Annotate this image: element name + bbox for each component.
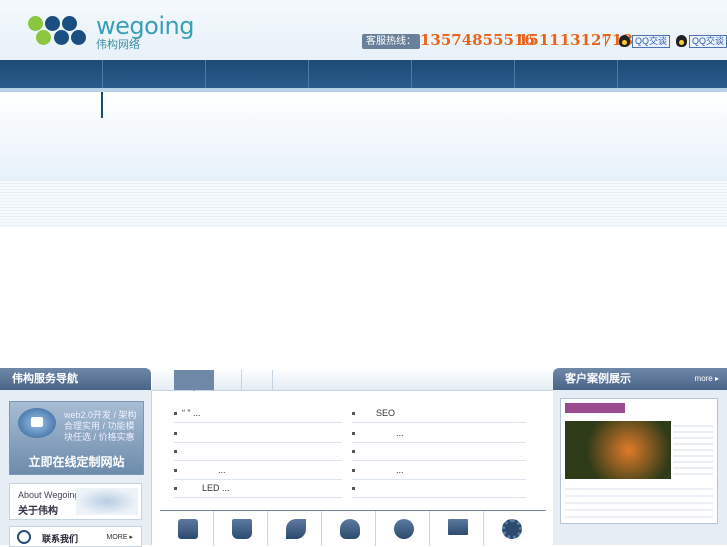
world-map-icon	[76, 488, 138, 515]
custom-site-banner[interactable]: web2.0开发 / 架构合理实用 / 功能模块任选 / 价格实惠 立即在线定制…	[9, 401, 144, 475]
service-photo[interactable]	[160, 511, 214, 546]
news-tab[interactable]	[242, 370, 273, 390]
logo-dot-icon	[62, 16, 77, 31]
qq-chat-button[interactable]: QQ交谈	[676, 34, 727, 48]
nav-item[interactable]	[309, 60, 412, 88]
contact-more-link[interactable]: MORE ▸	[107, 533, 133, 541]
service-satellite[interactable]	[268, 511, 322, 546]
news-item[interactable]: “ ” ...	[174, 404, 342, 423]
case-content-rows	[565, 483, 713, 519]
news-item[interactable]: ...	[352, 424, 526, 443]
qq-penguin-icon	[676, 35, 687, 47]
qq-chat-label: QQ交谈	[689, 34, 727, 48]
qq-chat-label: QQ交谈	[632, 34, 671, 48]
news-item[interactable]	[352, 442, 526, 461]
hotline-label: 客服热线：	[362, 34, 420, 49]
video-camera-icon	[18, 408, 56, 438]
contact-label: 联系我们	[42, 534, 79, 544]
logo-dot-icon	[28, 16, 43, 31]
banner-marker	[101, 92, 103, 118]
logo-dot-icon	[71, 30, 86, 45]
about-link[interactable]: About Wegoing 关于伟构	[9, 483, 142, 520]
logo-dot-icon	[36, 30, 51, 45]
qq-chat-button[interactable]: QQ交谈	[619, 34, 671, 48]
service-icon-strip	[160, 510, 546, 546]
brand-logo[interactable]: wegoing 伟构网络	[28, 12, 194, 51]
news-item[interactable]: SEO	[352, 404, 526, 423]
main-nav	[0, 60, 727, 88]
news-item[interactable]: ...	[174, 461, 342, 480]
news-tab-active[interactable]	[174, 370, 214, 391]
case-more-link[interactable]: more ▸	[695, 368, 719, 390]
logo-dot-icon	[45, 16, 60, 31]
case-showcase-panel	[553, 390, 727, 545]
news-item[interactable]: ...	[352, 461, 526, 480]
service-nav-panel: web2.0开发 / 架构合理实用 / 功能模块任选 / 价格实惠 立即在线定制…	[0, 390, 152, 547]
about-title-en: About Wegoing	[18, 490, 80, 500]
news-item[interactable]: LED ...	[174, 479, 342, 498]
hotline-separator: |	[604, 33, 608, 47]
case-screenshot[interactable]	[560, 398, 718, 524]
case-hero-image	[565, 421, 671, 479]
nav-item[interactable]	[0, 60, 103, 88]
nav-item[interactable]	[515, 60, 618, 88]
globe-icon	[17, 530, 31, 544]
nav-item[interactable]	[103, 60, 206, 88]
service-music[interactable]	[214, 511, 268, 546]
photo-icon	[178, 519, 198, 539]
logo-dot-icon	[54, 30, 69, 45]
case-showcase-title: 客户案例展示 more ▸	[553, 368, 727, 390]
service-nav-title: 伟构服务导航	[0, 368, 151, 390]
case-sidebar	[673, 421, 713, 479]
nav-item[interactable]	[206, 60, 309, 88]
qq-penguin-icon	[619, 35, 630, 47]
gear-icon	[502, 519, 522, 539]
cta-heading: 立即在线定制网站	[28, 455, 125, 469]
news-item[interactable]	[174, 424, 342, 443]
service-monitor[interactable]	[430, 511, 484, 546]
monitor-icon	[448, 519, 468, 535]
nav-item[interactable]	[412, 60, 515, 88]
case-showcase-label: 客户案例展示	[565, 373, 631, 385]
service-head[interactable]	[322, 511, 376, 546]
hotline-number: 15111312718	[518, 31, 633, 49]
header: wegoing 伟构网络 客服热线： 13574855516 151113127…	[0, 0, 727, 60]
about-title-cn: 关于伟构	[18, 506, 58, 517]
news-tab[interactable]	[214, 370, 242, 390]
contact-link[interactable]: 联系我们 MORE ▸	[9, 526, 142, 547]
service-globe[interactable]	[376, 511, 430, 546]
news-item[interactable]	[174, 442, 342, 461]
case-logo	[565, 403, 625, 413]
nav-item[interactable]	[618, 60, 727, 88]
satellite-icon	[286, 519, 306, 539]
brand-subtitle: 伟构网络	[96, 39, 140, 51]
cta-description: web2.0开发 / 架构合理实用 / 功能模块任选 / 价格实惠	[64, 410, 137, 442]
news-item[interactable]	[352, 479, 526, 498]
service-settings[interactable]	[484, 511, 546, 546]
globe-icon	[394, 519, 414, 539]
head-icon	[340, 519, 360, 539]
banner-stripes	[0, 180, 727, 228]
music-icon	[232, 519, 252, 539]
